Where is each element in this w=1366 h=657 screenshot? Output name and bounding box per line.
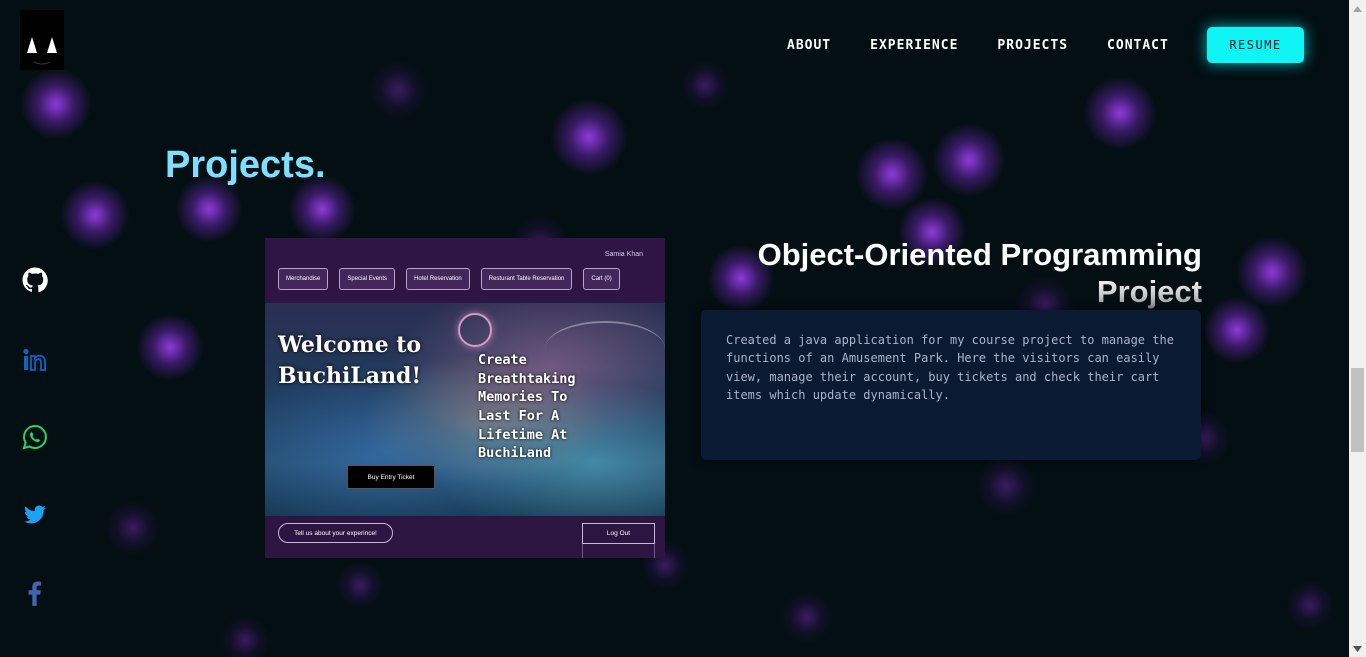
resume-button[interactable]: RESUME	[1207, 27, 1304, 63]
linkedin-link[interactable]	[20, 345, 50, 375]
facebook-link[interactable]	[20, 578, 50, 608]
screenshot-author: Samia Khan	[604, 251, 643, 258]
navbar: ABOUT EXPERIENCE PROJECTS CONTACT RESUME	[0, 0, 1349, 90]
site-logo[interactable]	[20, 10, 64, 70]
screenshot-logout-shadow	[582, 544, 655, 558]
screenshot-footer: Tell us about your experince! Log Out	[265, 516, 665, 558]
ferris-wheel-graphic	[458, 313, 492, 347]
whatsapp-link[interactable]	[20, 422, 50, 452]
screenshot-welcome-text: Welcome to BuchiLand!	[278, 332, 422, 389]
github-icon	[22, 267, 48, 293]
project-description: Created a java application for my course…	[701, 310, 1201, 460]
screenshot-header: Samia Khan Merchandise Special Events Ho…	[265, 238, 665, 303]
screenshot-nav-item: Special Events	[339, 268, 396, 290]
screenshot-logout-button: Log Out	[582, 523, 655, 544]
facebook-icon	[28, 581, 42, 606]
scroll-down-arrow-icon[interactable]	[1349, 640, 1366, 657]
scroll-up-arrow-icon[interactable]	[1349, 0, 1366, 17]
scrollbar-thumb[interactable]	[1351, 368, 1364, 452]
screenshot-nav-item: Merchandise	[278, 268, 329, 290]
nav-links: ABOUT EXPERIENCE PROJECTS CONTACT	[787, 38, 1208, 53]
screenshot-nav-item: Hotel Reservation	[406, 268, 470, 290]
section-title: Projects.	[165, 144, 326, 186]
twitter-icon	[24, 505, 46, 524]
twitter-link[interactable]	[20, 500, 50, 530]
screenshot-nav: Merchandise Special Events Hotel Reserva…	[278, 268, 631, 290]
nav-link-projects[interactable]: PROJECTS	[997, 38, 1068, 53]
screenshot-ticket-button: Buy Entry Ticket	[347, 465, 435, 489]
screenshot-tagline: Create Breathtaking Memories To Last For…	[478, 352, 576, 462]
project-screenshot[interactable]: Samia Khan Merchandise Special Events Ho…	[265, 238, 665, 558]
nav-link-contact[interactable]: CONTACT	[1107, 38, 1169, 53]
project-title: Object-Oriented Programming Project	[700, 236, 1202, 310]
whatsapp-icon	[22, 424, 47, 450]
screenshot-nav-item: Cart (0)	[583, 268, 620, 290]
screenshot-hero: Welcome to BuchiLand! Create Breathtakin…	[265, 303, 665, 516]
linkedin-icon	[23, 348, 46, 371]
screenshot-nav-item: Resturant Table Reservation	[480, 268, 573, 290]
github-link[interactable]	[20, 265, 50, 295]
scrollbar[interactable]	[1349, 0, 1366, 657]
project-title-line1: Object-Oriented Programming	[757, 237, 1202, 272]
screenshot-experience-button: Tell us about your experince!	[278, 523, 393, 543]
nav-link-experience[interactable]: EXPERIENCE	[870, 38, 958, 53]
project-title-line2: Project	[1096, 274, 1202, 310]
cat-logo-icon	[20, 10, 64, 70]
nav-link-about[interactable]: ABOUT	[787, 38, 831, 53]
